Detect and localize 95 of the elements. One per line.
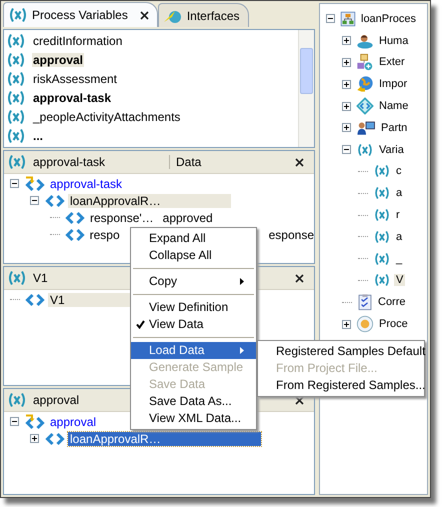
- scrollbar[interactable]: [298, 30, 314, 147]
- people-monitor-icon: [355, 118, 377, 137]
- tree-item[interactable]: a: [394, 230, 404, 243]
- tree-item[interactable]: loanApprovalR…: [68, 194, 231, 208]
- variable-item[interactable]: creditInformation: [32, 34, 124, 48]
- tree-item[interactable]: approval: [48, 414, 98, 428]
- clipboard-icon: [356, 292, 374, 312]
- menu-item[interactable]: Collapse All: [131, 247, 256, 264]
- tree-item[interactable]: Huma: [377, 34, 410, 47]
- variable-icon: [372, 163, 392, 180]
- check-icon: [136, 320, 145, 329]
- variable-icon: [7, 270, 27, 286]
- collapse-toggle[interactable]: [326, 14, 335, 24]
- variable-icon: [8, 7, 28, 23]
- variable-item[interactable]: approval: [32, 52, 84, 66]
- variable-icon: [6, 70, 26, 86]
- close-icon[interactable]: [295, 274, 304, 282]
- variable-icon: [6, 90, 26, 106]
- data-value: approved: [162, 210, 213, 224]
- variable-icon: [355, 142, 375, 158]
- expand-toggle[interactable]: [30, 434, 39, 443]
- submenu-arrow-icon: [240, 278, 244, 285]
- column-header: Data: [169, 155, 289, 169]
- tab[interactable]: Process Variables: [3, 2, 158, 27]
- tree-item[interactable]: Name: [377, 100, 410, 112]
- expand-toggle[interactable]: [342, 36, 351, 46]
- pane-title: approval: [33, 393, 80, 407]
- menu-item[interactable]: From Registered Samples...: [258, 377, 424, 394]
- close-icon[interactable]: [140, 10, 149, 20]
- variable-icon: [372, 272, 392, 288]
- chevrons-icon: [45, 194, 65, 208]
- tab[interactable]: Interfaces: [158, 3, 249, 27]
- variable-icon: [6, 32, 26, 48]
- variable-icon: [6, 52, 26, 68]
- circle-icon: [355, 314, 375, 334]
- pane-title: V1: [33, 271, 48, 285]
- tree-item[interactable]: Exter: [377, 56, 407, 68]
- tree-item[interactable]: Corre: [376, 296, 408, 308]
- tree-item[interactable]: approval-task: [48, 176, 124, 190]
- collapse-toggle[interactable]: [10, 179, 19, 188]
- tree-item[interactable]: Varia: [377, 144, 406, 156]
- variable-item[interactable]: _peopleActivityAttachments: [32, 110, 182, 124]
- close-icon[interactable]: [295, 158, 304, 166]
- diamond-icon: [355, 96, 375, 116]
- tree-item[interactable]: a: [394, 187, 404, 200]
- collapse-toggle[interactable]: [342, 145, 351, 154]
- expand-toggle[interactable]: [342, 320, 351, 329]
- variable-icon: [372, 207, 392, 224]
- variable-item[interactable]: riskAssessment: [32, 72, 118, 86]
- variable-item[interactable]: approval-task: [32, 90, 112, 104]
- expand-toggle[interactable]: [342, 123, 351, 132]
- pane-title: approval-task: [33, 155, 106, 169]
- menu-item[interactable]: View Data: [131, 316, 256, 333]
- data-value: esponse: [268, 228, 314, 242]
- org-chart-icon: [339, 10, 357, 28]
- tree-item[interactable]: loanProces: [359, 12, 418, 25]
- menu-item[interactable]: Copy: [131, 273, 256, 290]
- tree-item[interactable]: c: [394, 165, 404, 178]
- submenu-arrow-icon: [240, 347, 244, 354]
- chevrons-arrow-icon: [25, 414, 45, 430]
- variable-icon: [372, 250, 392, 267]
- menu-item[interactable]: View XML Data...: [131, 410, 256, 427]
- expand-toggle[interactable]: [342, 58, 351, 67]
- tree-item[interactable]: Impor: [377, 78, 410, 90]
- tree-item[interactable]: _: [394, 252, 404, 265]
- expand-toggle[interactable]: [342, 102, 351, 111]
- chevrons-icon: [65, 210, 85, 224]
- tree-item[interactable]: loanApprovalR…: [68, 432, 261, 446]
- chevrons-icon: [45, 432, 65, 446]
- variable-icon: [372, 228, 392, 245]
- tree-item[interactable]: Partn: [379, 122, 410, 134]
- tree-item[interactable]: r: [394, 209, 402, 222]
- collapse-toggle[interactable]: [30, 196, 39, 205]
- menu-item[interactable]: Registered Samples Default: [258, 343, 424, 360]
- chevrons-arrow-icon: [25, 176, 45, 192]
- variable-icon: [6, 128, 26, 144]
- variable-icon: [7, 392, 27, 408]
- globe-icon: [355, 74, 375, 94]
- tree-item[interactable]: response'…: [88, 210, 156, 224]
- collapse-toggle[interactable]: [10, 417, 19, 426]
- variable-icon: [372, 185, 392, 202]
- menu-item[interactable]: Load Data: [131, 342, 256, 359]
- close-icon[interactable]: [295, 396, 304, 404]
- variable-icon: [6, 108, 26, 124]
- menu-item[interactable]: Expand All: [131, 230, 256, 247]
- tree-item[interactable]: V: [394, 274, 406, 286]
- expand-toggle[interactable]: [342, 80, 351, 89]
- chevrons-icon: [25, 292, 45, 306]
- tree-item[interactable]: Proce: [377, 318, 410, 330]
- variable-item[interactable]: ...: [32, 128, 44, 142]
- menu-item[interactable]: Save Data As...: [131, 393, 256, 410]
- tree-item[interactable]: respo: [88, 228, 122, 242]
- boxes-icon: [355, 52, 375, 72]
- chevrons-icon: [64, 228, 85, 242]
- variable-icon: [7, 154, 27, 170]
